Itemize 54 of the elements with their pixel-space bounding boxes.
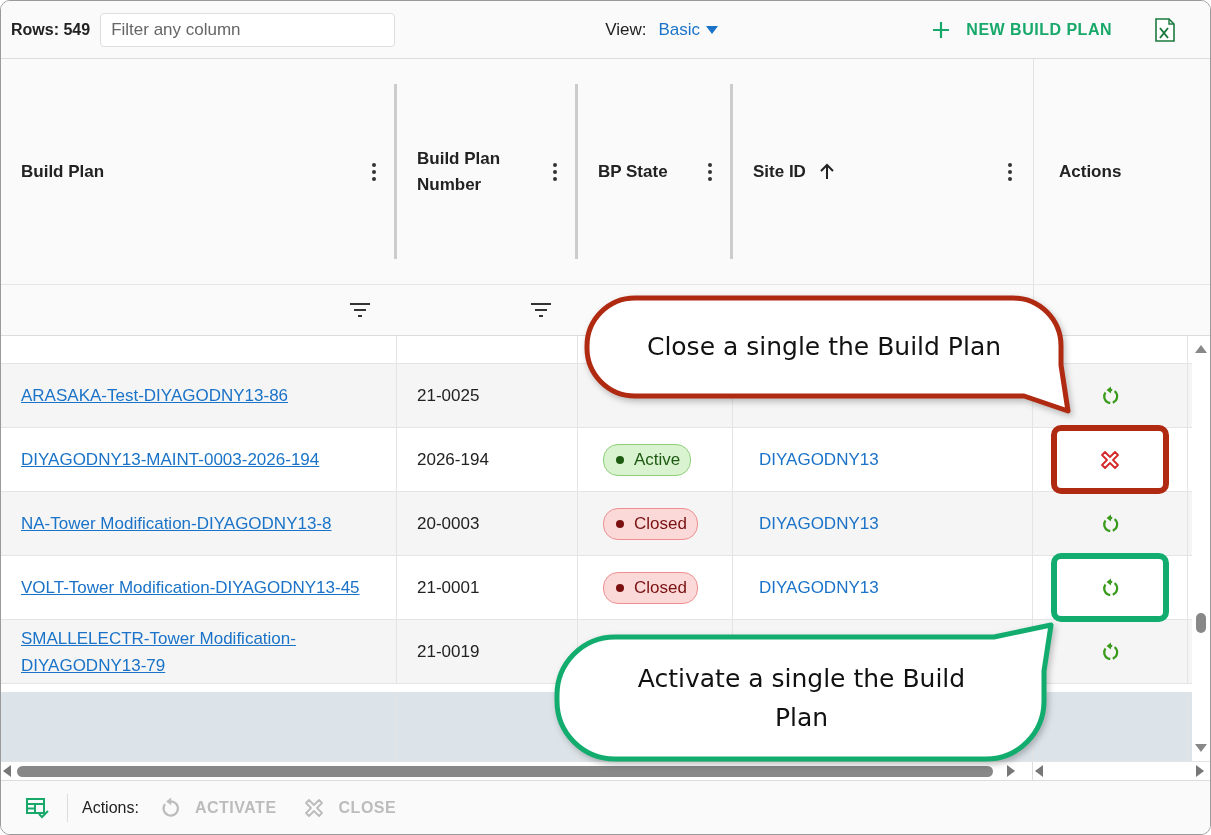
- column-menu-icon[interactable]: [552, 161, 558, 182]
- plus-icon: [932, 20, 951, 39]
- close-icon: [302, 796, 325, 819]
- reactivate-icon[interactable]: [1100, 385, 1120, 406]
- callout-text: Close a single the Build Plan: [645, 331, 1003, 363]
- build-plan-link[interactable]: ARASAKA-Test-DIYAGODNY13-86: [21, 382, 289, 409]
- callout-text: Activate a single the Build Plan: [636, 663, 967, 734]
- close-icon[interactable]: [1099, 448, 1121, 471]
- scroll-left-icon[interactable]: [1035, 765, 1043, 777]
- column-header[interactable]: Actions: [1059, 158, 1122, 185]
- scroll-thumb[interactable]: [1196, 613, 1206, 633]
- status-badge: Active: [603, 443, 692, 476]
- scroll-down-icon[interactable]: [1195, 743, 1207, 753]
- column-header[interactable]: Site ID: [753, 158, 806, 185]
- view-dropdown[interactable]: Basic: [658, 19, 718, 40]
- scroll-thumb[interactable]: [17, 765, 993, 777]
- build-plan-number: 21-0019: [417, 641, 480, 662]
- actions-label: Actions:: [82, 798, 139, 817]
- column-menu-icon[interactable]: [371, 161, 377, 182]
- new-build-plan-button[interactable]: NEW BUILD PLAN: [926, 20, 1118, 39]
- filter-field[interactable]: Filter any column: [100, 12, 396, 47]
- build-plan-link[interactable]: NA-Tower Modification-DIYAGODNY13-8: [21, 510, 332, 537]
- scroll-up-icon[interactable]: [1195, 344, 1207, 354]
- column-header[interactable]: Build Plan: [21, 158, 105, 185]
- view-label: View:: [605, 19, 647, 40]
- scroll-left-icon[interactable]: [3, 765, 11, 777]
- row-count: Rows: 549: [11, 20, 91, 39]
- site-id-link[interactable]: DIYAGODNY13: [759, 449, 879, 470]
- scroll-right-icon[interactable]: [1007, 765, 1015, 777]
- site-id-link[interactable]: DIYAGODNY13: [759, 513, 879, 534]
- column-menu-icon[interactable]: [707, 161, 713, 182]
- build-plan-link[interactable]: SMALLELECTR-Tower Modification-DIYAGODNY13-79: [21, 624, 376, 679]
- status-badge: Closed: [603, 507, 698, 540]
- reactivate-icon[interactable]: [1100, 641, 1120, 662]
- build-plan-number: 2026-194: [417, 449, 489, 470]
- build-plan-number: 20-0003: [417, 513, 480, 534]
- horizontal-scrollbar[interactable]: [1, 762, 1033, 780]
- filter-icon[interactable]: [530, 301, 552, 319]
- column-header[interactable]: Build Plan Number: [417, 145, 517, 198]
- build-plan-number: 21-0001: [417, 577, 480, 598]
- table-check-icon[interactable]: [25, 796, 49, 819]
- reactivate-icon[interactable]: [1100, 577, 1120, 598]
- build-plan-number: 21-0025: [417, 385, 480, 406]
- site-id-link[interactable]: DIYAGODNY13: [759, 577, 879, 598]
- reactivate-icon[interactable]: [1100, 513, 1120, 534]
- filter-icon[interactable]: [349, 301, 371, 319]
- column-header[interactable]: BP State: [598, 158, 668, 185]
- status-badge: Closed: [603, 571, 698, 604]
- caret-icon: [706, 24, 718, 35]
- scroll-right-icon[interactable]: [1196, 765, 1204, 777]
- spreadsheet-icon[interactable]: [1154, 17, 1176, 42]
- build-plan-link[interactable]: DIYAGODNY13-MAINT-0003-2026-194: [21, 446, 320, 473]
- column-menu-icon[interactable]: [1007, 161, 1013, 182]
- build-plan-link[interactable]: VOLT-Tower Modification-DIYAGODNY13-45: [21, 574, 360, 601]
